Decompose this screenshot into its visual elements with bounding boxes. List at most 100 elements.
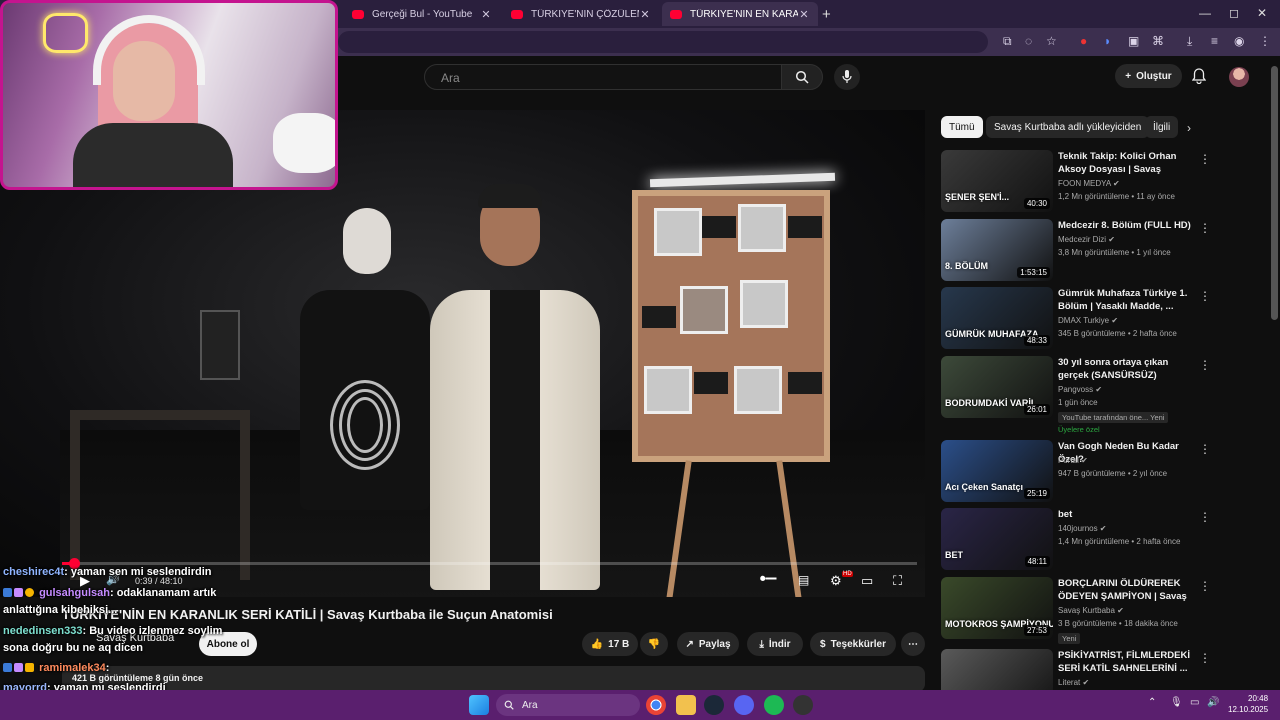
- more-actions-button[interactable]: ⋯: [901, 632, 925, 656]
- chip-all[interactable]: Tümü: [941, 116, 983, 138]
- extension-icon[interactable]: ▣: [1128, 34, 1139, 48]
- like-button[interactable]: 👍 17 B: [582, 632, 638, 656]
- tab-title: TÜRKİYE'NİN ÇÖZÜLEMEYEN SI: [531, 8, 639, 20]
- menu-icon[interactable]: ⋮: [1259, 34, 1271, 48]
- share-button[interactable]: ↗ Paylaş: [677, 632, 739, 656]
- tab-gercegi-bul[interactable]: Gerçeği Bul - YouTube ✕: [344, 2, 500, 26]
- recommendation-title[interactable]: bet: [1058, 508, 1194, 521]
- chip-from-uploader[interactable]: Savaş Kurtbaba adlı yükleyiciden: [986, 116, 1150, 138]
- bookmark-star-icon[interactable]: ☆: [1046, 34, 1057, 48]
- file-explorer-icon[interactable]: [676, 695, 696, 715]
- video-thumbnail[interactable]: ŞENER ŞEN'İ... 40:30: [941, 150, 1053, 212]
- settings-button[interactable]: ⚙: [830, 573, 842, 589]
- recommendation-meta: 345 B görüntüleme • 2 hafta önce: [1058, 329, 1177, 338]
- video-thumbnail[interactable]: 8. BÖLÜM 1:53:15: [941, 219, 1053, 281]
- recommendation-title[interactable]: Gümrük Muhafaza Türkiye 1. Bölüm | Yasak…: [1058, 287, 1194, 313]
- recommendation-channel[interactable]: Portal ✔: [1058, 456, 1088, 465]
- close-window-button[interactable]: ✕: [1257, 6, 1267, 20]
- tray-chevron-icon[interactable]: ⌃: [1148, 697, 1156, 708]
- recommendation-title[interactable]: Medcezir 8. Bölüm (FULL HD): [1058, 219, 1194, 232]
- recommendation-title[interactable]: PSİKİYATRİST, FİLMLERDEKİ SERİ KATİL SAH…: [1058, 649, 1194, 675]
- recommendation-title[interactable]: 30 yıl sonra ortaya çıkan gerçek (SANSÜR…: [1058, 356, 1194, 382]
- video-thumbnail[interactable]: BET 48:11: [941, 508, 1053, 570]
- puzzle-icon[interactable]: ⌘: [1152, 34, 1164, 48]
- discord-icon[interactable]: [734, 695, 754, 715]
- start-windows-icon[interactable]: [469, 695, 489, 715]
- taskbar-search[interactable]: Ara: [496, 694, 640, 716]
- notifications-bell-icon[interactable]: [1192, 68, 1206, 84]
- recommendation-channel[interactable]: 140journos ✔: [1058, 524, 1107, 533]
- steam-icon[interactable]: [704, 695, 724, 715]
- chip-related[interactable]: İlgili: [1145, 116, 1179, 138]
- network-icon[interactable]: ▭: [1190, 697, 1199, 708]
- recommendation-channel[interactable]: Savaş Kurtbaba ✔: [1058, 606, 1124, 615]
- more-options-icon[interactable]: ⋮: [1199, 289, 1211, 303]
- theater-mode-button[interactable]: ▭: [861, 573, 873, 589]
- address-bar[interactable]: [338, 31, 988, 53]
- video-thumbnail[interactable]: BODRUMDAKİ VARİL 26:01: [941, 356, 1053, 418]
- close-tab-icon[interactable]: ✕: [798, 8, 810, 21]
- dislike-button[interactable]: 👎: [640, 632, 668, 656]
- profile-icon[interactable]: ◉: [1234, 34, 1244, 48]
- video-thumbnail[interactable]: GÜMRÜK MUHAFAZA 48:33: [941, 287, 1053, 349]
- system-clock[interactable]: 20:48 12.10.2025: [1228, 693, 1268, 715]
- tab-cozulemeyen[interactable]: TÜRKİYE'NİN ÇÖZÜLEMEYEN SI ✕: [503, 2, 659, 26]
- microphone-tray-icon[interactable]: 🎙: [1170, 697, 1183, 708]
- recommendation-title[interactable]: BORÇLARINI ÖLDÜREREK ÖDEYEN ŞAMPİYON | S…: [1058, 577, 1194, 604]
- recommendation-item[interactable]: 8. BÖLÜM 1:53:15 Medcezir 8. Bölüm (FULL H…: [941, 219, 1216, 281]
- recommendation-channel[interactable]: Pangvoss ✔: [1058, 385, 1102, 394]
- close-tab-icon[interactable]: ✕: [480, 8, 492, 21]
- recommendation-channel[interactable]: Literat ✔: [1058, 678, 1089, 687]
- recommendation-title[interactable]: Teknik Takip: Kolici Orhan Aksoy Dosyası…: [1058, 150, 1194, 177]
- more-options-icon[interactable]: ⋮: [1199, 221, 1211, 235]
- minimize-button[interactable]: —: [1199, 6, 1211, 20]
- more-options-icon[interactable]: ⋮: [1199, 651, 1211, 665]
- recommendation-item[interactable]: Acı Çeken Sanatçı 25:19 Van Gogh Neden Bu …: [941, 440, 1216, 502]
- spotify-icon[interactable]: [764, 695, 784, 715]
- search-button[interactable]: [781, 64, 823, 90]
- fullscreen-button[interactable]: ⛶: [893, 573, 902, 589]
- maximize-button[interactable]: ◻: [1229, 6, 1239, 20]
- download-button[interactable]: ⤓ İndir: [747, 632, 803, 656]
- new-tab-button[interactable]: +: [822, 6, 831, 23]
- recommendation-item[interactable]: BET 48:11 bet 140journos ✔ 1,4 Mn görüntülem…: [941, 508, 1216, 570]
- account-avatar[interactable]: [1229, 67, 1249, 87]
- create-button[interactable]: + Oluştur: [1115, 64, 1182, 88]
- download-icon[interactable]: ⤓: [1187, 34, 1192, 49]
- description-box[interactable]: 421 B görüntüleme 8 gün önce: [62, 666, 925, 692]
- reading-list-icon[interactable]: ≡: [1211, 34, 1218, 48]
- recommendation-item[interactable]: GÜMRÜK MUHAFAZA 48:33 Gümrük Muhafaza Türk…: [941, 287, 1216, 349]
- subtitles-icon[interactable]: ▤: [798, 573, 809, 587]
- chevron-right-icon[interactable]: ›: [1187, 121, 1191, 135]
- more-options-icon[interactable]: ⋮: [1199, 442, 1211, 456]
- eye-off-icon[interactable]: ◌: [1025, 34, 1032, 48]
- progress-bar[interactable]: [62, 558, 917, 569]
- obs-icon[interactable]: [793, 695, 813, 715]
- recommendation-item[interactable]: MOTOKROS ŞAMPİYONU KATİL27:53BORÇLARINI …: [941, 577, 1216, 644]
- tab-karanlik-seri[interactable]: TÜRKİYE'NİN EN KARANLIK SER ✕: [662, 2, 818, 26]
- extension-icon[interactable]: ●: [1080, 34, 1087, 48]
- extension-icon[interactable]: ◗: [1104, 34, 1111, 48]
- volume-tray-icon[interactable]: 🔊: [1207, 697, 1219, 708]
- thumbnail-text: BODRUMDAKİ VARİL: [945, 398, 1037, 408]
- page-scrollbar[interactable]: [1271, 66, 1278, 320]
- video-thumbnail[interactable]: MOTOKROS ŞAMPİYONU KATİL27:53: [941, 577, 1053, 639]
- search-input[interactable]: Ara: [424, 64, 782, 90]
- close-tab-icon[interactable]: ✕: [639, 8, 651, 21]
- more-options-icon[interactable]: ⋮: [1199, 510, 1211, 524]
- recommendation-channel[interactable]: FOON MEDYA ✔: [1058, 179, 1120, 188]
- more-options-icon[interactable]: ⋮: [1199, 358, 1211, 372]
- thanks-button[interactable]: $ Teşekkürler: [810, 632, 896, 656]
- more-options-icon[interactable]: ⋮: [1199, 579, 1211, 593]
- video-thumbnail[interactable]: Acı Çeken Sanatçı 25:19: [941, 440, 1053, 502]
- super-thanks-icon: $: [820, 638, 826, 650]
- recommendation-channel[interactable]: DMAX Turkiye ✔: [1058, 316, 1118, 325]
- recommendation-item[interactable]: BODRUMDAKİ VARİL 26:01 30 yıl sonra ortaya…: [941, 356, 1216, 434]
- autoplay-toggle[interactable]: ⏺━: [760, 573, 777, 586]
- voice-search-button[interactable]: [834, 64, 860, 90]
- recommendation-channel[interactable]: Medcezir Dizi ✔: [1058, 235, 1115, 244]
- more-options-icon[interactable]: ⋮: [1199, 152, 1211, 166]
- recommendation-item[interactable]: ŞENER ŞEN'İ... 40:30 Teknik Takip: Kolici …: [941, 150, 1216, 212]
- cast-icon[interactable]: ⧉: [1003, 34, 1012, 49]
- chrome-icon[interactable]: [646, 695, 666, 715]
